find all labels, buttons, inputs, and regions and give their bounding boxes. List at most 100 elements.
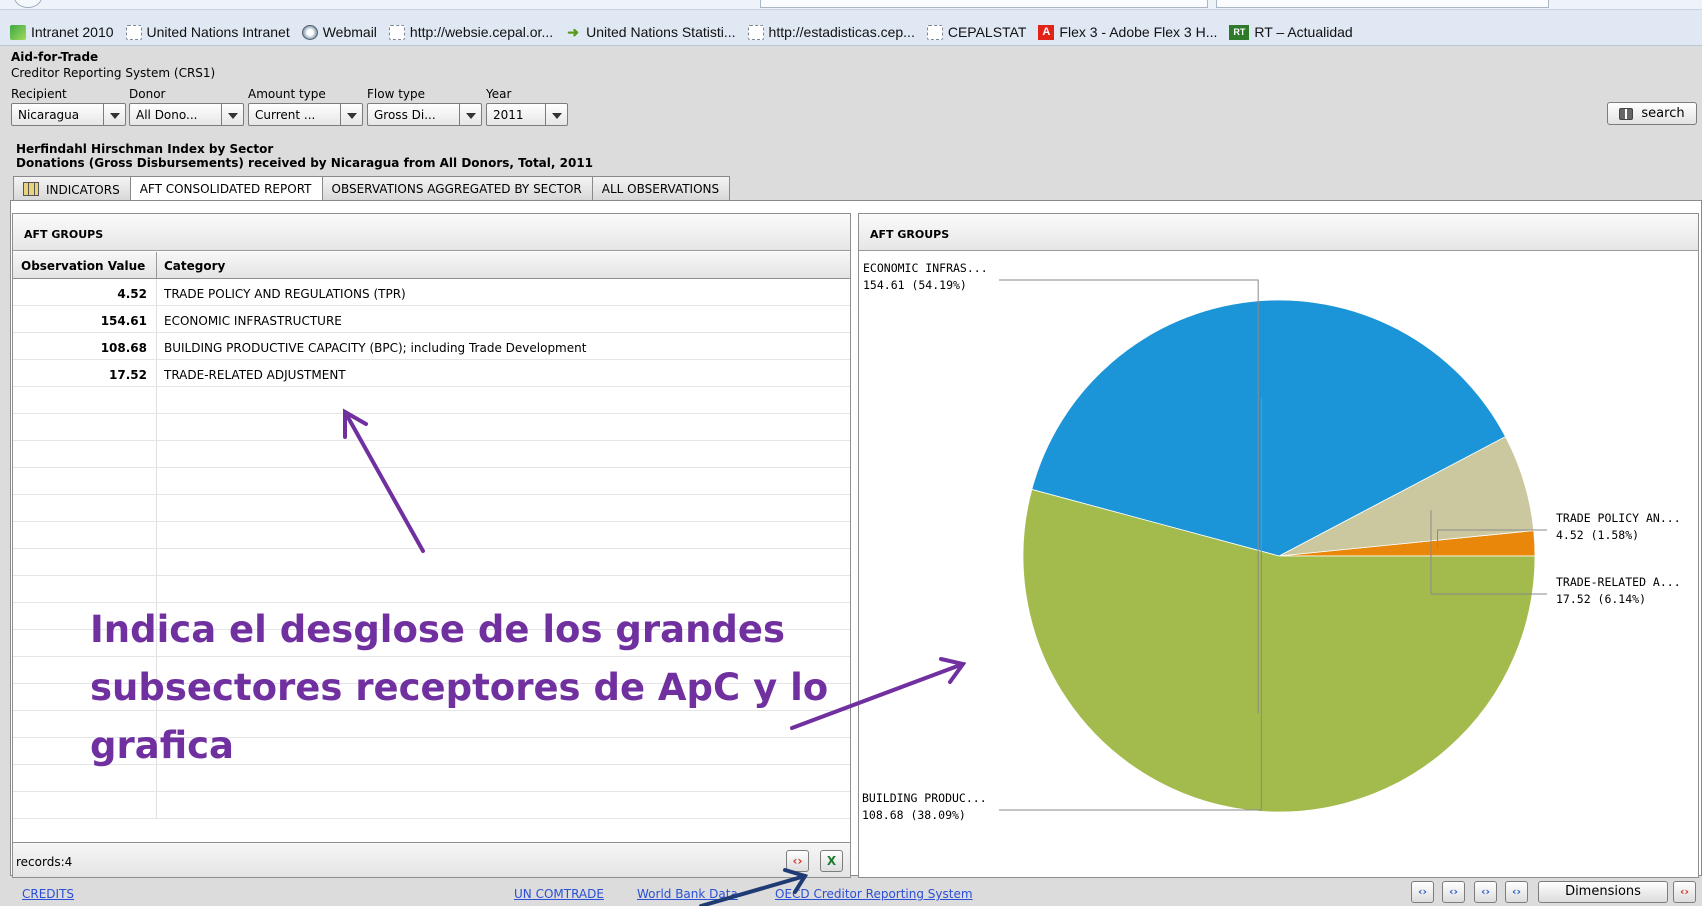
chevron-down-icon[interactable]: [545, 104, 567, 125]
column-header-category[interactable]: Category: [157, 252, 850, 278]
empty-cell: [157, 576, 850, 602]
export-excel-button[interactable]: X: [820, 850, 843, 872]
cell-category: ECONOMIC INFRASTRUCTURE: [164, 314, 342, 328]
recipient-select[interactable]: Nicaragua: [11, 103, 126, 126]
tab-aft-consolidated-report[interactable]: AFT CONSOLIDATED REPORT: [129, 176, 323, 201]
bookmarks-bar: Intranet 2010 United Nations Intranet We…: [0, 0, 1702, 46]
empty-table-row: [13, 387, 850, 414]
empty-cell: [157, 549, 850, 575]
amount-type-select[interactable]: Current ...: [248, 103, 363, 126]
bookmark-websie[interactable]: http://websie.cepal.or...: [388, 24, 553, 40]
table-row[interactable]: 17.52 TRADE-RELATED ADJUSTMENT: [13, 360, 850, 387]
code-icon: ‹›: [1511, 885, 1522, 898]
page-icon: [125, 24, 142, 40]
slice-label-detail: 17.52 (6.14%): [1556, 592, 1646, 606]
empty-cell: [13, 495, 157, 521]
slice-label-name: ECONOMIC INFRAS...: [863, 261, 988, 275]
empty-cell: [157, 522, 850, 548]
table-row[interactable]: 108.68 BUILDING PRODUCTIVE CAPACITY (BPC…: [13, 333, 850, 360]
empty-table-row: [13, 522, 850, 549]
footer-bar: CREDITS UN COMTRADE World Bank Data OECD…: [0, 878, 1702, 906]
empty-cell: [157, 414, 850, 440]
pie-chart: ECONOMIC INFRAS... 154.61 (54.19%) TRADE P…: [862, 261, 1681, 822]
green-page-icon: [10, 24, 26, 40]
world-bank-data-link[interactable]: World Bank Data: [637, 887, 738, 901]
export-code-button[interactable]: ‹›: [786, 850, 809, 872]
nav-button-3[interactable]: ‹›: [1474, 881, 1497, 903]
chevron-down-icon[interactable]: [103, 104, 125, 125]
tab-observations-aggregated[interactable]: OBSERVATIONS AGGREGATED BY SECTOR: [321, 176, 593, 200]
donor-select[interactable]: All Dono...: [129, 103, 244, 126]
cell-value: 4.52: [13, 279, 157, 305]
cell-category: TRADE-RELATED ADJUSTMENT: [164, 368, 346, 382]
un-comtrade-link[interactable]: UN COMTRADE: [514, 887, 604, 901]
oecd-crs-link[interactable]: OECD Creditor Reporting System: [775, 887, 973, 901]
bookmark-estadisticas[interactable]: http://estadisticas.cep...: [747, 24, 915, 40]
bookmark-cepalstat[interactable]: CEPALSTAT: [926, 24, 1026, 40]
filter-year: Year 2011: [486, 87, 568, 126]
nav-button-5[interactable]: ‹›: [1673, 881, 1696, 903]
nav-button-4[interactable]: ‹›: [1505, 881, 1528, 903]
binoculars-icon: [1619, 107, 1634, 120]
table-row[interactable]: 154.61 ECONOMIC INFRASTRUCTURE: [13, 306, 850, 333]
chevron-down-icon[interactable]: [459, 104, 481, 125]
panel-title: AFT GROUPS: [859, 214, 1698, 251]
empty-table-row: [13, 414, 850, 441]
empty-cell: [13, 441, 157, 467]
bookmark-intranet-2010[interactable]: Intranet 2010: [10, 24, 114, 40]
code-icon: ‹›: [1480, 885, 1491, 898]
code-icon: ‹›: [1417, 885, 1428, 898]
credits-link[interactable]: CREDITS: [22, 887, 74, 901]
nav-button-2[interactable]: ‹›: [1442, 881, 1465, 903]
records-count: records:4: [16, 855, 73, 869]
filter-label: Year: [486, 87, 512, 101]
back-button[interactable]: [14, 0, 42, 8]
chevron-down-icon[interactable]: [340, 104, 362, 125]
empty-table-row: [13, 495, 850, 522]
aft-groups-chart-panel: AFT GROUPS ECONOMIC INFRAS... 154.61 (54.…: [858, 213, 1699, 878]
empty-table-row: [13, 441, 850, 468]
nav-button-1[interactable]: ‹›: [1411, 881, 1434, 903]
browser-search-box[interactable]: [1216, 0, 1549, 8]
report-title: Herfindahl Hirschman Index by Sector: [16, 142, 274, 156]
table-footer: records:4 ‹› X: [13, 842, 850, 877]
bookmark-flex3[interactable]: A Flex 3 - Adobe Flex 3 H...: [1038, 24, 1217, 40]
cell-category: BUILDING PRODUCTIVE CAPACITY (BPC); incl…: [164, 341, 587, 355]
empty-cell: [13, 792, 157, 818]
tab-all-observations[interactable]: ALL OBSERVATIONS: [591, 176, 731, 200]
empty-cell: [13, 522, 157, 548]
search-button[interactable]: search: [1607, 102, 1697, 125]
page-icon: [747, 24, 764, 40]
table-header: Observation Value Category: [13, 252, 850, 279]
filter-donor: Donor All Dono...: [129, 87, 244, 126]
slice-label-name: TRADE POLICY AN...: [1556, 511, 1681, 525]
flow-type-select[interactable]: Gross Di...: [367, 103, 482, 126]
chevron-down-icon[interactable]: [221, 104, 243, 125]
filter-flow-type: Flow type Gross Di...: [367, 87, 482, 126]
filter-recipient: Recipient Nicaragua: [11, 87, 126, 126]
column-header-value[interactable]: Observation Value: [13, 252, 157, 278]
tab-indicators[interactable]: INDICATORS: [13, 176, 131, 200]
bookmark-un-statistics[interactable]: ➜ United Nations Statisti...: [565, 24, 735, 40]
empty-cell: [157, 792, 850, 818]
arrow-icon: ➜: [567, 23, 579, 40]
cell-value: 17.52: [13, 360, 157, 386]
empty-cell: [157, 495, 850, 521]
bookmark-rt[interactable]: RT RT – Actualidad: [1229, 24, 1353, 40]
dimensions-button[interactable]: Dimensions: [1538, 881, 1668, 903]
empty-cell: [13, 576, 157, 602]
bookmark-webmail[interactable]: Webmail: [301, 24, 377, 40]
filter-label: Recipient: [11, 87, 67, 101]
address-bar[interactable]: [760, 0, 1208, 8]
slice-label-name: BUILDING PRODUC...: [862, 791, 987, 805]
empty-cell: [13, 468, 157, 494]
excel-icon: X: [826, 854, 837, 868]
bookmark-un-intranet[interactable]: United Nations Intranet: [125, 24, 290, 40]
cell-value: 108.68: [13, 333, 157, 359]
browser-toolbar-strip: [0, 0, 1702, 10]
grid-icon: [23, 182, 39, 196]
year-select[interactable]: 2011: [486, 103, 568, 126]
slice-label-name: TRADE-RELATED A...: [1556, 575, 1681, 589]
table-row[interactable]: 4.52 TRADE POLICY AND REGULATIONS (TPR): [13, 279, 850, 306]
code-icon: ‹›: [792, 854, 803, 868]
